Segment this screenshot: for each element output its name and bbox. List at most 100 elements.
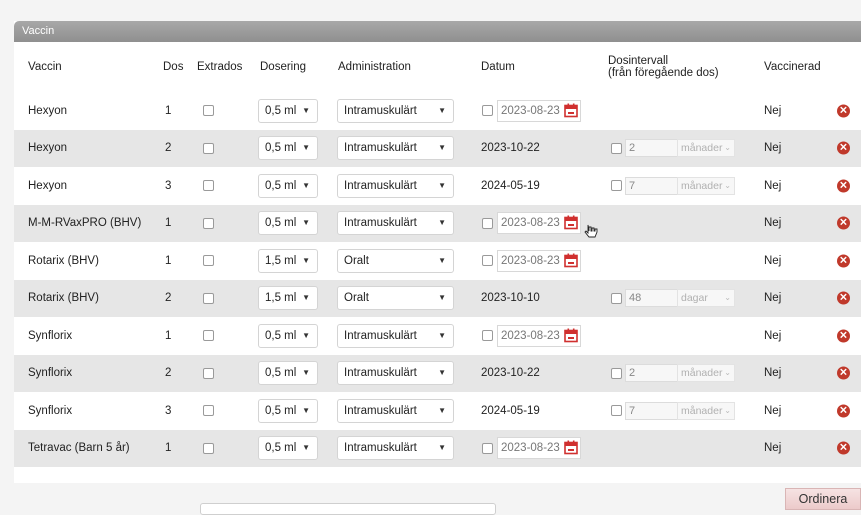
delete-icon[interactable]: ✕ bbox=[837, 141, 850, 155]
dose-number: 2 bbox=[165, 292, 172, 305]
interval-unit-select[interactable]: månader ⌄ bbox=[677, 176, 735, 195]
dosering-select[interactable]: 0,5 ml ▼ bbox=[258, 98, 318, 123]
col-dosering: Dosering bbox=[260, 61, 307, 73]
interval-checkbox[interactable] bbox=[611, 180, 622, 192]
administration-value: Intramuskulärt bbox=[344, 142, 417, 155]
dosering-select[interactable]: 0,5 ml ▼ bbox=[258, 136, 318, 161]
interval-unit-select[interactable]: dagar ⌄ bbox=[677, 289, 735, 308]
delete-icon[interactable]: ✕ bbox=[837, 291, 850, 305]
vaccinerad-value: Nej bbox=[764, 142, 782, 155]
dose-number: 1 bbox=[165, 442, 172, 455]
administration-value: Intramuskulärt bbox=[344, 329, 417, 342]
extrados-checkbox[interactable] bbox=[203, 142, 214, 154]
interval-unit-select[interactable]: månader ⌄ bbox=[677, 139, 735, 158]
interval-checkbox[interactable] bbox=[611, 405, 622, 417]
dosering-select[interactable]: 0,5 ml ▼ bbox=[258, 173, 318, 198]
administration-select[interactable]: Intramuskulärt ▼ bbox=[337, 398, 454, 423]
datum-input[interactable]: 2023-08-23 bbox=[497, 212, 581, 235]
extrados-checkbox[interactable] bbox=[203, 367, 214, 379]
administration-value: Intramuskulärt bbox=[344, 404, 417, 417]
table-row: Hexyon 3 0,5 ml ▼ Intramuskulärt ▼ 2024-05-19 7… bbox=[14, 167, 861, 205]
calendar-icon[interactable] bbox=[564, 328, 578, 343]
vaccine-name: Rotarix (BHV) bbox=[28, 292, 99, 305]
datum-value: 2023-10-22 bbox=[481, 142, 540, 155]
datum-input[interactable]: 2023-08-23 bbox=[497, 249, 581, 272]
vaccinerad-value: Nej bbox=[764, 217, 782, 230]
col-dosintervall-title: Dosintervall bbox=[608, 55, 669, 67]
dosering-value: 0,5 ml bbox=[265, 442, 297, 455]
datum-value: 2024-05-19 bbox=[481, 179, 540, 192]
datum-checkbox[interactable] bbox=[482, 330, 493, 342]
extrados-checkbox[interactable] bbox=[203, 330, 214, 342]
delete-icon[interactable]: ✕ bbox=[837, 254, 850, 268]
dosering-select[interactable]: 0,5 ml ▼ bbox=[258, 361, 318, 386]
administration-select[interactable]: Intramuskulärt ▼ bbox=[337, 323, 454, 348]
interval-value-input[interactable]: 7 bbox=[625, 401, 679, 420]
extrados-checkbox[interactable] bbox=[203, 217, 214, 229]
interval-unit-value: månader bbox=[681, 179, 723, 192]
extrados-checkbox[interactable] bbox=[203, 405, 214, 417]
dosering-select[interactable]: 0,5 ml ▼ bbox=[258, 398, 318, 423]
datum-input[interactable]: 2023-08-23 bbox=[497, 324, 581, 347]
dosering-value: 0,5 ml bbox=[265, 142, 297, 155]
calendar-icon[interactable] bbox=[564, 253, 578, 268]
delete-icon[interactable]: ✕ bbox=[837, 441, 850, 455]
table-row: Synflorix 3 0,5 ml ▼ Intramuskulärt ▼ 2024-05-… bbox=[14, 392, 861, 430]
datum-checkbox[interactable] bbox=[482, 255, 493, 267]
interval-value-input[interactable]: 48 bbox=[625, 289, 679, 308]
delete-icon[interactable]: ✕ bbox=[837, 179, 850, 193]
vaccine-name: Rotarix (BHV) bbox=[28, 254, 99, 267]
interval-unit-select[interactable]: månader ⌄ bbox=[677, 401, 735, 420]
extrados-checkbox[interactable] bbox=[203, 292, 214, 304]
datum-input[interactable]: 2023-08-23 bbox=[497, 99, 581, 122]
extrados-checkbox[interactable] bbox=[203, 180, 214, 192]
administration-select[interactable]: Intramuskulärt ▼ bbox=[337, 211, 454, 236]
vaccine-name: Hexyon bbox=[28, 104, 67, 117]
administration-select[interactable]: Intramuskulärt ▼ bbox=[337, 98, 454, 123]
interval-checkbox[interactable] bbox=[611, 367, 622, 379]
dosering-select[interactable]: 0,5 ml ▼ bbox=[258, 211, 318, 236]
administration-select[interactable]: Intramuskulärt ▼ bbox=[337, 436, 454, 461]
dosering-select[interactable]: 0,5 ml ▼ bbox=[258, 323, 318, 348]
interval-value-input[interactable]: 2 bbox=[625, 139, 679, 158]
chevron-down-icon: ▼ bbox=[438, 143, 446, 153]
interval-checkbox[interactable] bbox=[611, 292, 622, 304]
calendar-icon[interactable] bbox=[564, 440, 578, 455]
datum-input[interactable]: 2023-08-23 bbox=[497, 437, 581, 460]
dose-number: 3 bbox=[165, 179, 172, 192]
interval-value-input[interactable]: 7 bbox=[625, 176, 679, 195]
interval-unit-select[interactable]: månader ⌄ bbox=[677, 364, 735, 383]
ordinera-button[interactable]: Ordinera bbox=[785, 488, 861, 510]
bottom-input[interactable] bbox=[200, 503, 496, 515]
delete-icon[interactable]: ✕ bbox=[837, 404, 850, 418]
datum-checkbox[interactable] bbox=[482, 442, 493, 454]
extrados-checkbox[interactable] bbox=[203, 442, 214, 454]
calendar-icon[interactable] bbox=[564, 215, 578, 230]
chevron-down-icon: ⌄ bbox=[724, 368, 731, 378]
dosering-select[interactable]: 0,5 ml ▼ bbox=[258, 436, 318, 461]
delete-icon[interactable]: ✕ bbox=[837, 216, 850, 230]
vaccinerad-value: Nej bbox=[764, 292, 782, 305]
delete-icon[interactable]: ✕ bbox=[837, 104, 850, 118]
interval-checkbox[interactable] bbox=[611, 142, 622, 154]
datum-checkbox[interactable] bbox=[482, 217, 493, 229]
datum-checkbox[interactable] bbox=[482, 105, 493, 117]
panel-title: Vaccin bbox=[14, 21, 861, 42]
calendar-icon[interactable] bbox=[564, 103, 578, 118]
extrados-checkbox[interactable] bbox=[203, 255, 214, 267]
dosering-select[interactable]: 1,5 ml ▼ bbox=[258, 248, 318, 273]
administration-select[interactable]: Intramuskulärt ▼ bbox=[337, 173, 454, 198]
delete-icon[interactable]: ✕ bbox=[837, 329, 850, 343]
chevron-down-icon: ▼ bbox=[302, 218, 310, 228]
datum-value: 2023-10-10 bbox=[481, 292, 540, 305]
interval-value-input[interactable]: 2 bbox=[625, 364, 679, 383]
administration-select[interactable]: Intramuskulärt ▼ bbox=[337, 136, 454, 161]
dosering-select[interactable]: 1,5 ml ▼ bbox=[258, 286, 318, 311]
administration-select[interactable]: Intramuskulärt ▼ bbox=[337, 361, 454, 386]
delete-icon[interactable]: ✕ bbox=[837, 366, 850, 380]
vaccine-name: Hexyon bbox=[28, 142, 67, 155]
extrados-checkbox[interactable] bbox=[203, 105, 214, 117]
administration-select[interactable]: Oralt ▼ bbox=[337, 286, 454, 311]
administration-select[interactable]: Oralt ▼ bbox=[337, 248, 454, 273]
dose-number: 2 bbox=[165, 367, 172, 380]
